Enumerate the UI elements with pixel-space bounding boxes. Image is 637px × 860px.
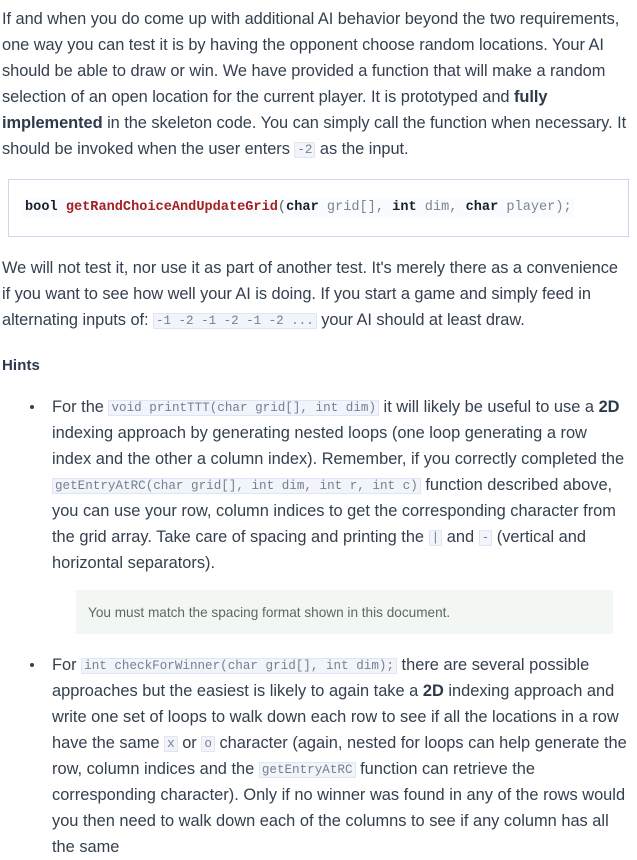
code-token-open-paren: ( xyxy=(277,200,287,215)
inline-code-printttt-signature: void printTTT(char grid[], int dim) xyxy=(108,400,379,416)
paragraph-ai-behavior: If and when you do come up with addition… xyxy=(0,6,637,162)
inline-code-getentryatrc-short: getEntryAtRC xyxy=(258,762,356,778)
code-block-content: bool getRandChoiceAndUpdateGrid(char gri… xyxy=(23,198,574,218)
inline-code-dash-separator: - xyxy=(478,530,493,546)
bullet-icon xyxy=(30,663,34,667)
code-token-keyword-int: int xyxy=(392,200,417,215)
code-block-getrandchoice: bool getRandChoiceAndUpdateGrid(char gri… xyxy=(8,179,629,237)
hint-1-part-5: and xyxy=(442,528,479,546)
hint-item-printttt: For the void printTTT(char grid[], int d… xyxy=(0,394,629,634)
note-box-text: You must match the spacing format shown … xyxy=(88,605,451,620)
hint-1-part-3: indexing approach by generating nested l… xyxy=(52,424,625,468)
bullet-icon xyxy=(30,405,34,409)
inline-code-getentryatrc-signature: getEntryAtRC(char grid[], int dim, int r… xyxy=(52,478,421,494)
document-page: If and when you do come up with addition… xyxy=(0,6,637,860)
note-box-spacing-format: You must match the spacing format shown … xyxy=(76,590,613,634)
paragraph-1-part-3: as the input. xyxy=(315,140,409,158)
hint-1-part-1: For the xyxy=(52,398,109,416)
inline-code-alternating-inputs: -1 -2 -1 -2 -1 -2 ... xyxy=(153,313,317,329)
hint-2-part-1: For xyxy=(52,656,82,674)
inline-code-pipe-separator: | xyxy=(428,530,443,546)
paragraph-testing-note: We will not test it, nor use it as part … xyxy=(0,255,637,333)
hints-heading: Hints xyxy=(2,357,40,374)
hints-list: For the void printTTT(char grid[], int d… xyxy=(0,394,637,860)
hint-2-part-4: or xyxy=(177,734,202,752)
code-token-function-name: getRandChoiceAndUpdateGrid xyxy=(65,200,278,215)
inline-code-checkforwinner-signature: int checkForWinner(char grid[], int dim)… xyxy=(81,658,397,674)
inline-code-char-o: o xyxy=(201,736,215,752)
hint-1-bold-2d: 2D xyxy=(598,398,620,416)
code-token-keyword-char-1: char xyxy=(286,200,319,215)
hint-item-checkforwinner: For int checkForWinner(char grid[], int … xyxy=(0,652,629,860)
hint-2-bold-2d: 2D xyxy=(422,682,444,700)
code-token-return-type: bool xyxy=(25,200,58,215)
code-token-keyword-char-2: char xyxy=(465,200,499,215)
paragraph-2-part-2: your AI should at least draw. xyxy=(316,311,525,329)
inline-code-minus-two: -2 xyxy=(294,142,316,158)
hint-1-part-2: it will likely be useful to use a xyxy=(379,398,599,416)
inline-code-char-x: x xyxy=(164,736,178,752)
code-token-param-dim: dim, xyxy=(416,200,466,215)
code-token-param-grid: grid[], xyxy=(318,200,393,215)
code-token-param-player: player); xyxy=(498,200,572,215)
